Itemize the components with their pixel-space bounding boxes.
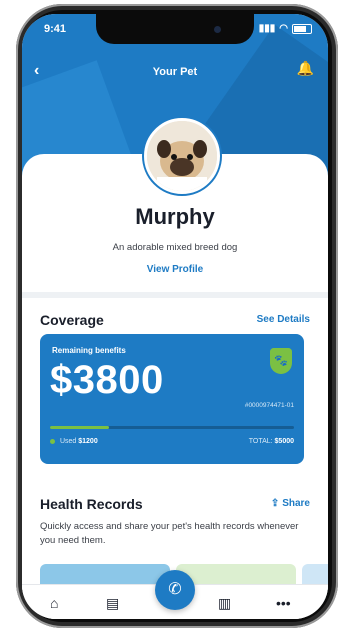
battery-icon bbox=[292, 23, 312, 34]
policy-number: #0000974471-01 bbox=[244, 402, 294, 409]
share-label: Share bbox=[282, 498, 310, 509]
used-amount: Used $1200 bbox=[50, 438, 98, 445]
pet-name: Murphy bbox=[135, 204, 215, 229]
chat-icon[interactable]: ✆ bbox=[155, 570, 195, 610]
share-icon: ⇪ bbox=[270, 498, 280, 509]
used-label: Used bbox=[59, 438, 77, 445]
notch bbox=[96, 14, 254, 44]
app-screen: 9:41 ▮▮▮ ◠ ‹ Your Pet 🔔 Murphy An adorab… bbox=[22, 14, 328, 619]
see-details-link[interactable]: See Details bbox=[257, 314, 310, 325]
wifi-icon: ◠ bbox=[279, 23, 288, 34]
shield-paw-icon: 🐾 bbox=[270, 348, 292, 374]
share-button[interactable]: ⇪ Share bbox=[271, 498, 310, 509]
trash-icon[interactable]: ▥ bbox=[218, 595, 231, 612]
total-value: $5000 bbox=[274, 438, 294, 445]
view-profile-link[interactable]: View Profile bbox=[22, 264, 328, 275]
used-dot-icon bbox=[50, 438, 55, 444]
health-records-description: Quickly access and share your pet's heal… bbox=[40, 521, 299, 546]
status-time: 9:41 bbox=[44, 23, 67, 35]
pug-photo bbox=[147, 121, 217, 191]
camera-icon bbox=[214, 26, 221, 33]
coverage-title: Coverage bbox=[40, 312, 104, 328]
health-records-title: Health Records bbox=[40, 496, 143, 512]
page-title: Your Pet bbox=[152, 66, 198, 78]
pet-description: An adorable mixed breed dog bbox=[112, 242, 238, 253]
used-value: $1200 bbox=[78, 438, 98, 445]
section-divider bbox=[22, 292, 328, 298]
total-label: TOTAL: bbox=[248, 438, 273, 445]
more-icon[interactable]: ••• bbox=[276, 595, 291, 611]
avatar bbox=[144, 118, 220, 194]
remaining-amount: $3800 bbox=[50, 358, 164, 402]
status-icons: ▮▮▮ ◠ bbox=[259, 23, 312, 34]
benefits-progress-fill bbox=[50, 426, 109, 429]
records-icon[interactable]: ▤ bbox=[106, 595, 119, 612]
bell-icon[interactable]: 🔔 bbox=[297, 60, 314, 77]
total-amount: TOTAL: $5000 bbox=[249, 438, 294, 445]
home-icon[interactable]: ⌂ bbox=[50, 595, 58, 611]
benefits-progress-track bbox=[50, 426, 294, 429]
coverage-card[interactable]: Remaining benefits $3800 🐾 #0000974471-0… bbox=[40, 334, 304, 464]
remaining-benefits-label: Remaining benefits bbox=[52, 346, 126, 355]
signal-icon: ▮▮▮ bbox=[258, 23, 276, 34]
